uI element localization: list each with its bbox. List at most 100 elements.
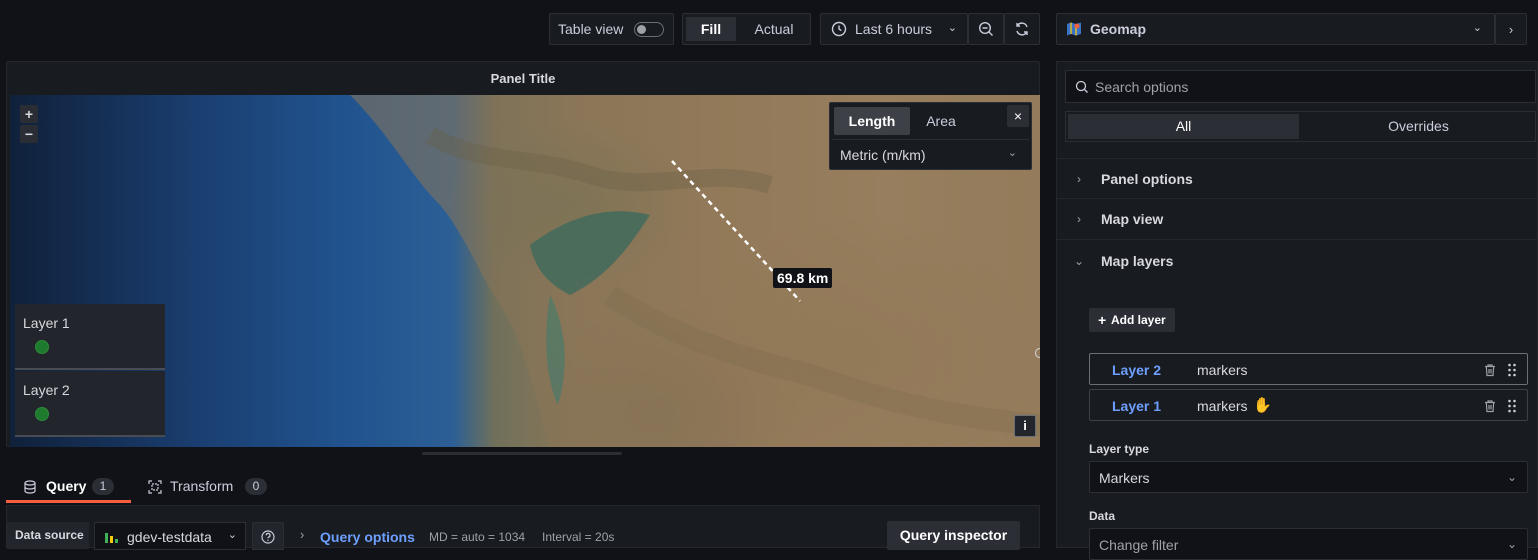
layer-row[interactable]: Layer 1 markers ✋ <box>1089 389 1528 421</box>
tab-query[interactable]: Query 1 <box>6 470 131 503</box>
drag-handle-icon[interactable] <box>1507 363 1517 377</box>
actual-button[interactable]: Actual <box>739 17 809 41</box>
trash-icon[interactable] <box>1483 399 1497 413</box>
layer-type-select[interactable]: Markers ⌄ <box>1089 461 1528 493</box>
fill-button[interactable]: Fill <box>686 17 736 41</box>
database-icon <box>24 480 36 494</box>
map-info-button[interactable]: i <box>1014 415 1036 437</box>
section-label: Map view <box>1101 211 1164 227</box>
legend-label: Layer 2 <box>23 382 70 398</box>
marker-swatch <box>35 407 49 421</box>
add-layer-button[interactable]: + Add layer <box>1089 308 1175 332</box>
measure-close-button[interactable]: × <box>1007 105 1029 127</box>
trash-icon[interactable] <box>1483 363 1497 377</box>
query-inspector-button[interactable]: Query inspector <box>887 521 1020 550</box>
tab-all[interactable]: All <box>1068 114 1299 139</box>
map-zoom-in-button[interactable]: + <box>20 105 38 123</box>
chevron-right-icon: › <box>1077 171 1081 186</box>
layer-name: Layer 2 <box>1112 362 1162 378</box>
section-panel-options[interactable]: › Panel options <box>1057 158 1538 199</box>
layer-row[interactable]: Layer 2 markers <box>1089 353 1528 385</box>
chevron-right-icon: › <box>1508 21 1514 37</box>
search-options-field[interactable]: Search options <box>1065 70 1536 103</box>
query-editor-row: Data source gdev-testdata ⌄ › Query opti… <box>6 505 1040 550</box>
toggle-switch[interactable] <box>634 22 664 37</box>
md-info: MD = auto = 1034 <box>429 530 526 544</box>
area-tab[interactable]: Area <box>912 107 970 135</box>
section-label: Panel options <box>1101 170 1193 187</box>
data-filter-select[interactable]: Change filter ⌄ <box>1089 528 1528 560</box>
visualization-label: Geomap <box>1090 21 1147 37</box>
chevron-down-icon: ⌄ <box>1073 253 1085 268</box>
table-view-label: Table view <box>558 21 624 37</box>
legend-label: Layer 1 <box>23 315 70 331</box>
refresh-button[interactable] <box>1004 13 1040 45</box>
toggle-knob <box>637 25 646 34</box>
section-map-layers[interactable]: ⌄ Map layers <box>1057 240 1538 281</box>
transform-icon <box>148 480 162 494</box>
tab-transform-label: Transform <box>170 478 234 494</box>
add-layer-label: Add layer <box>1111 313 1166 327</box>
legend-item-layer-1: Layer 1 <box>15 304 165 370</box>
chevron-down-icon: ⌄ <box>1506 537 1517 551</box>
search-placeholder: Search options <box>1095 79 1189 95</box>
legend-item-layer-2: Layer 2 <box>15 371 165 437</box>
map-edge-handle[interactable] <box>1035 348 1040 358</box>
zoom-out-time-button[interactable] <box>968 13 1004 45</box>
chevron-right-icon: › <box>1077 212 1081 226</box>
data-source-help-button[interactable] <box>252 522 284 550</box>
data-source-value: gdev-testdata <box>127 529 212 545</box>
layer-name: Layer 1 <box>1112 398 1162 414</box>
data-source-picker[interactable]: gdev-testdata ⌄ <box>94 522 246 550</box>
question-icon <box>261 530 275 544</box>
plus-icon: + <box>1098 312 1107 328</box>
layer-type: markers <box>1197 362 1248 378</box>
layer-type-label: Layer type <box>1089 442 1150 456</box>
section-label: Map layers <box>1101 252 1174 269</box>
table-view-toggle[interactable]: Table view <box>549 13 674 45</box>
data-label: Data <box>1089 509 1116 523</box>
collapse-options-button[interactable]: › <box>1495 13 1527 45</box>
geomap-icon <box>1067 22 1081 36</box>
distance-label: 69.8 km <box>773 268 833 288</box>
clock-icon <box>831 21 847 37</box>
search-icon <box>1075 80 1088 93</box>
drag-handle-icon[interactable] <box>1507 399 1517 413</box>
section-map-view[interactable]: › Map view <box>1057 199 1538 240</box>
query-count-badge: 1 <box>92 478 114 495</box>
chevron-down-icon: ⌄ <box>1506 470 1517 484</box>
transform-count-badge: 0 <box>245 478 267 495</box>
options-pane: Search options All Overrides › Panel opt… <box>1056 61 1538 560</box>
panel-resize-handle[interactable] <box>422 452 622 455</box>
layer-type-value: Markers <box>1099 470 1150 486</box>
time-range-label: Last 6 hours <box>855 21 933 37</box>
geomap-panel: Panel Title + − 69.8 km i Length Area × … <box>6 61 1040 447</box>
tab-query-label: Query <box>46 478 87 494</box>
map-zoom-out-button[interactable]: − <box>20 125 38 143</box>
data-source-label: Data source <box>7 522 89 549</box>
refresh-icon <box>1016 22 1028 36</box>
hand-cursor-icon: ✋ <box>1253 397 1272 414</box>
interval-info: Interval = 20s <box>542 530 615 544</box>
units-select[interactable]: Metric (m/km) ⌄ <box>832 139 1029 169</box>
tab-transform[interactable]: Transform 0 <box>140 470 280 503</box>
testdata-icon <box>105 533 118 543</box>
marker-swatch <box>35 340 49 354</box>
chevron-down-icon: ⌄ <box>947 22 957 34</box>
panel-title: Panel Title <box>490 71 556 86</box>
query-options-link[interactable]: Query options <box>320 529 415 545</box>
time-range-picker[interactable]: Last 6 hours ⌄ <box>820 13 968 45</box>
zoom-out-icon <box>978 21 993 36</box>
layer-type: markers <box>1197 398 1248 414</box>
visualization-picker[interactable]: Geomap ⌄ <box>1056 13 1495 45</box>
options-tab-group: All Overrides <box>1065 111 1536 142</box>
data-filter-placeholder: Change filter <box>1099 537 1179 553</box>
chevron-down-icon: ⌄ <box>1472 22 1482 34</box>
measure-tool: Length Area × Metric (m/km) ⌄ <box>829 102 1032 170</box>
tab-overrides[interactable]: Overrides <box>1303 114 1534 139</box>
units-value: Metric (m/km) <box>840 147 926 163</box>
chevron-right-icon: › <box>300 527 305 542</box>
length-tab[interactable]: Length <box>834 107 910 135</box>
chevron-down-icon: ⌄ <box>227 529 237 541</box>
chevron-down-icon: ⌄ <box>1007 147 1017 159</box>
